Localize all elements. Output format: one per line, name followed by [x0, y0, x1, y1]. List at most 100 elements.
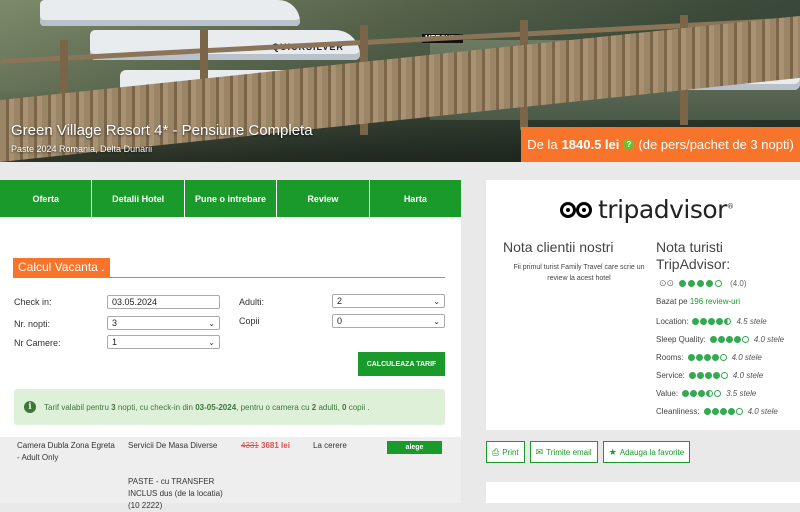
rating-dot	[692, 318, 700, 325]
offer-panel: Oferta Detalii Hotel Pune o intrebare Re…	[0, 180, 461, 510]
rating-dot	[711, 408, 719, 415]
rating-dot	[706, 280, 714, 287]
tab-pune-intrebare[interactable]: Pune o intrebare	[185, 180, 278, 217]
rating-dot	[724, 318, 732, 325]
ta-rating-title: Nota turisti TripAdvisor:	[656, 239, 731, 272]
info-text-part: , pentru o camera cu	[236, 402, 310, 412]
nopti-label: Nr. nopti:	[14, 319, 51, 329]
help-icon[interactable]: ?	[623, 139, 635, 150]
our-rating-title: Nota clientii nostri	[503, 239, 614, 255]
rating-dot	[703, 354, 711, 361]
print-icon: ⎙	[492, 446, 500, 457]
review-count-prefix: Bazat pe	[656, 297, 688, 306]
subrating-value: 4.0 stele	[753, 335, 785, 344]
subrating-value: 4.5 stele	[736, 317, 767, 326]
rating-dot	[716, 318, 724, 325]
calc-heading: Calcul Vacanta .	[13, 258, 110, 278]
favorite-label: Adauga la favorite	[619, 447, 685, 457]
room-service-extra: PASTE - cu TRANSFER INCLUS dus (de la lo…	[128, 476, 223, 512]
info-alert: i Tarif valabil pentru 3 nopti, cu check…	[14, 389, 445, 425]
info-adulti: 2	[311, 402, 317, 412]
subrating-row: Value: 3.5 stele	[656, 389, 756, 398]
nopti-value: 3	[112, 318, 118, 328]
subrating-label: Sleep Quality:	[656, 335, 706, 344]
rating-dot	[719, 354, 727, 361]
rating-dot	[706, 390, 714, 397]
room-row: Camera Dubla Zona Egreta - Adult Only Se…	[0, 437, 461, 510]
room-availability: La cerere	[313, 441, 347, 450]
info-icon: i	[24, 401, 36, 413]
rating-dot	[703, 408, 711, 415]
rating-dot	[687, 354, 695, 361]
print-button[interactable]: ⎙ Print	[486, 441, 525, 463]
rating-dot	[695, 354, 703, 361]
tab-oferta[interactable]: Oferta	[0, 180, 93, 217]
tripadvisor-wordmark: tripadvisor®	[598, 195, 734, 224]
tripadvisor-logo[interactable]: tripadvisor®	[560, 195, 734, 224]
ta-rating-value: (4.0)	[730, 279, 747, 288]
email-button[interactable]: ✉ Trimite email	[529, 441, 598, 463]
checkin-input[interactable]: 03.05.2024	[107, 295, 220, 309]
envelope-icon: ✉	[535, 446, 544, 457]
rating-dot	[708, 318, 716, 325]
camere-select[interactable]: 1 ⌄	[107, 335, 220, 349]
rating-dot	[711, 354, 719, 361]
owl-icon	[560, 200, 594, 220]
subrating-value: 3.5 stele	[726, 389, 757, 398]
hotel-title: Green Village Resort 4* - Pensiune Compl…	[11, 122, 313, 139]
adulti-label: Adulti:	[239, 297, 265, 307]
checkin-value: 03.05.2024	[112, 297, 158, 307]
rating-dot	[712, 372, 720, 379]
copii-label: Copii	[239, 316, 260, 326]
rating-dot	[720, 372, 728, 379]
rating-dot	[688, 372, 696, 379]
tab-review[interactable]: Review	[277, 180, 370, 217]
rating-dot	[696, 372, 704, 379]
copii-select[interactable]: 0 ⌄	[332, 314, 445, 328]
chevron-down-icon: ⌄	[433, 316, 440, 326]
subrating-label: Cleanliness:	[656, 407, 700, 416]
rating-dot	[679, 280, 687, 287]
rating-dot	[719, 408, 727, 415]
subrating-label: Rooms:	[656, 353, 684, 362]
info-text-part: Tarif valabil pentru	[44, 402, 109, 412]
subrating-row: Rooms: 4.0 stele	[656, 353, 762, 362]
info-nopti: 3	[111, 402, 116, 412]
rating-dot	[733, 336, 741, 343]
rating-dot	[698, 390, 706, 397]
print-label: Print	[502, 447, 519, 457]
rating-dot	[717, 336, 725, 343]
subrating-row: Service: 4.0 stele	[656, 371, 763, 380]
review-count-link[interactable]: 196 review-uri	[690, 297, 740, 306]
our-rating-text: Fii primul turist Family Travel care scr…	[513, 264, 645, 282]
subrating-row: Location: 4.5 stele	[656, 317, 767, 326]
subrating-value: 4.0 stele	[747, 407, 778, 416]
hotel-subtitle: Paste 2024 Romania, Delta Dunarii	[11, 144, 153, 154]
tab-detalii-hotel[interactable]: Detalii Hotel	[92, 180, 185, 217]
rating-dot	[725, 336, 733, 343]
calc-heading-text: Calcul Vacanta	[18, 260, 98, 274]
subrating-value: 4.0 stele	[732, 371, 764, 380]
room-price: 4331 3681 lei	[241, 440, 290, 452]
info-date: 03-05-2024	[195, 402, 237, 412]
nopti-select[interactable]: 3 ⌄	[107, 316, 220, 330]
brand-text: tripadvisor	[598, 195, 727, 224]
subrating-label: Service:	[656, 371, 685, 380]
favorite-button[interactable]: ★ Adauga la favorite	[602, 441, 691, 463]
calculate-button[interactable]: CALCULEAZA TARIF	[358, 352, 445, 376]
subrating-row: Sleep Quality: 4.0 stele	[656, 335, 784, 344]
room-new-price: 3681 lei	[261, 441, 290, 450]
room-name: Camera Dubla Zona Egreta - Adult Only	[17, 441, 115, 462]
subrating-label: Location:	[656, 317, 689, 326]
adulti-select[interactable]: 2 ⌄	[332, 294, 445, 308]
choose-button[interactable]: alege	[387, 441, 442, 454]
rating-dot	[727, 408, 735, 415]
info-text-part: copii .	[348, 402, 370, 412]
tab-harta[interactable]: Harta	[370, 180, 461, 217]
action-bar: ⎙ Print ✉ Trimite email ★ Adauga la favo…	[486, 441, 691, 463]
rating-dot	[697, 280, 705, 287]
room-old-price: 4331	[241, 441, 259, 450]
secondary-panel	[486, 482, 800, 503]
rating-dot	[682, 390, 690, 397]
info-text: Tarif valabil pentru 3 nopti, cu check-i…	[44, 403, 370, 412]
